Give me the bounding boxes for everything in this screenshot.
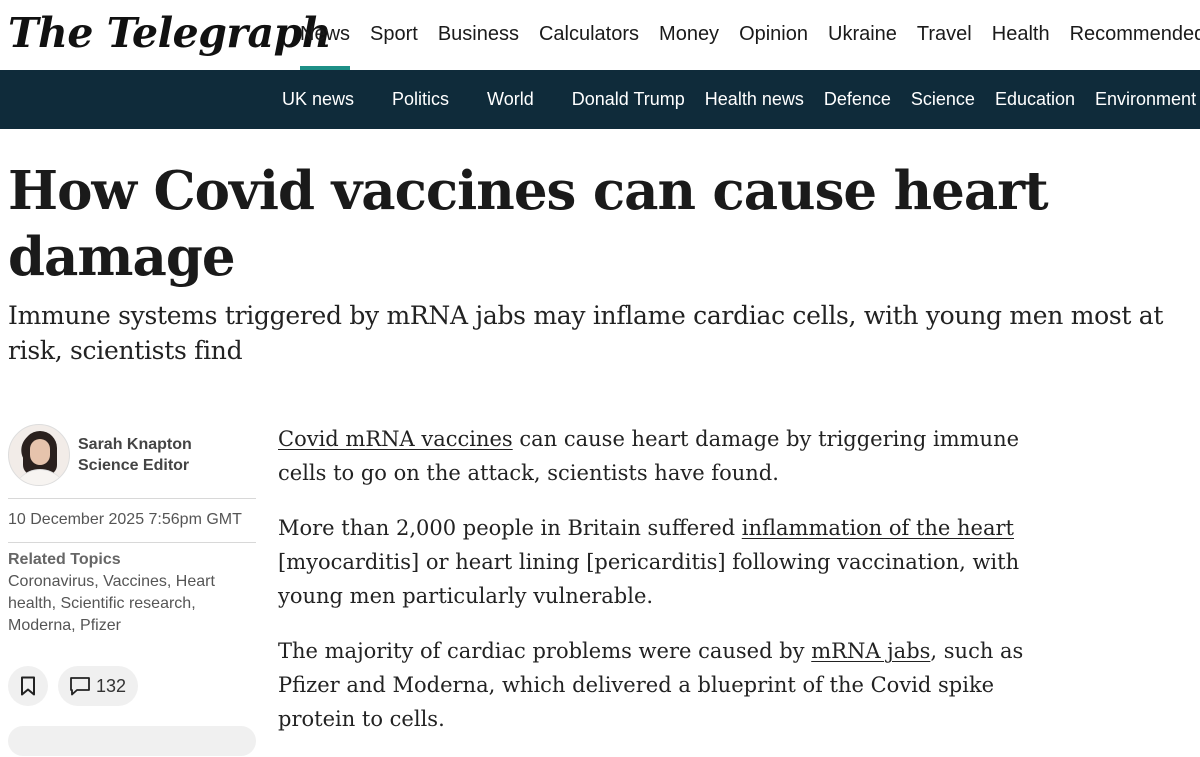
article-actions: 132 (8, 666, 139, 706)
related-topics-label: Related Topics (8, 551, 121, 568)
nav-opinion[interactable]: Opinion (729, 0, 818, 70)
masthead: The Telegraph News Sport Business Calcul… (0, 0, 1200, 70)
article-paragraph: The majority of cardiac problems were ca… (278, 639, 1024, 731)
nav-ukraine[interactable]: Ukraine (818, 0, 907, 70)
related-topics: Related Topics Coronavirus, Vaccines, He… (8, 543, 256, 637)
related-topics-list: Coronavirus, Vaccines, Heart health, Sci… (8, 573, 215, 634)
topic-link[interactable]: Coronavirus (8, 573, 94, 590)
topic-link[interactable]: Moderna (8, 617, 71, 634)
inline-link[interactable]: mRNA jabs (811, 639, 930, 663)
section-subnav: UK news Politics World Donald Trump Heal… (0, 70, 1200, 129)
topic-link[interactable]: Vaccines (103, 573, 167, 590)
subnav-politics[interactable]: Politics (382, 89, 459, 110)
bookmark-button[interactable] (8, 666, 48, 706)
subnav-items: UK news Politics World Donald Trump Heal… (272, 70, 1200, 129)
comment-count: 132 (96, 675, 127, 696)
article-paragraph: Covid mRNA vaccines can cause heart dama… (278, 427, 1020, 485)
author-avatar[interactable] (8, 424, 70, 486)
author-name[interactable]: Sarah Knapton (78, 434, 192, 455)
nav-calculators[interactable]: Calculators (529, 0, 649, 70)
nav-travel[interactable]: Travel (907, 0, 982, 70)
subnav-environment[interactable]: Environment (1085, 89, 1200, 110)
subnav-donald-trump[interactable]: Donald Trump (562, 89, 695, 110)
inline-link[interactable]: inflammation of the heart (742, 516, 1014, 540)
topic-link[interactable]: Pfizer (80, 617, 121, 634)
nav-recommended[interactable]: Recommended (1060, 0, 1200, 70)
subnav-world[interactable]: World (477, 89, 544, 110)
share-button[interactable] (8, 726, 256, 756)
bookmark-icon (21, 676, 35, 696)
nav-sport[interactable]: Sport (360, 0, 428, 70)
nav-news[interactable]: News (290, 0, 360, 70)
nav-health[interactable]: Health (982, 0, 1060, 70)
comments-button[interactable]: 132 (58, 666, 139, 706)
subnav-science[interactable]: Science (901, 89, 985, 110)
article-body: Covid mRNA vaccines can cause heart dama… (278, 422, 1068, 757)
author-byline[interactable]: Sarah Knapton Science Editor (8, 420, 256, 490)
subnav-education[interactable]: Education (985, 89, 1085, 110)
article-headline: How Covid vaccines can cause heart damag… (8, 160, 1049, 288)
nav-money[interactable]: Money (649, 0, 729, 70)
author-details: Sarah Knapton Science Editor (78, 434, 192, 476)
comment-bubble-icon (70, 677, 90, 696)
nav-business[interactable]: Business (428, 0, 529, 70)
article-standfirst: Immune systems triggered by mRNA jabs ma… (8, 301, 1164, 365)
subnav-uk-news[interactable]: UK news (272, 89, 364, 110)
subnav-health-news[interactable]: Health news (695, 89, 814, 110)
inline-link[interactable]: Covid mRNA vaccines (278, 427, 513, 451)
subnav-defence[interactable]: Defence (814, 89, 901, 110)
article-sidebar: Sarah Knapton Science Editor 10 December… (8, 420, 256, 756)
publish-date: 10 December 2025 7:56pm GMT (8, 511, 242, 528)
topic-link[interactable]: Scientific research (60, 595, 191, 612)
article-paragraph: More than 2,000 people in Britain suffer… (278, 516, 1020, 608)
author-role: Science Editor (78, 457, 190, 474)
main-nav: News Sport Business Calculators Money Op… (290, 0, 1200, 70)
telegraph-logo[interactable]: The Telegraph (8, 6, 332, 60)
